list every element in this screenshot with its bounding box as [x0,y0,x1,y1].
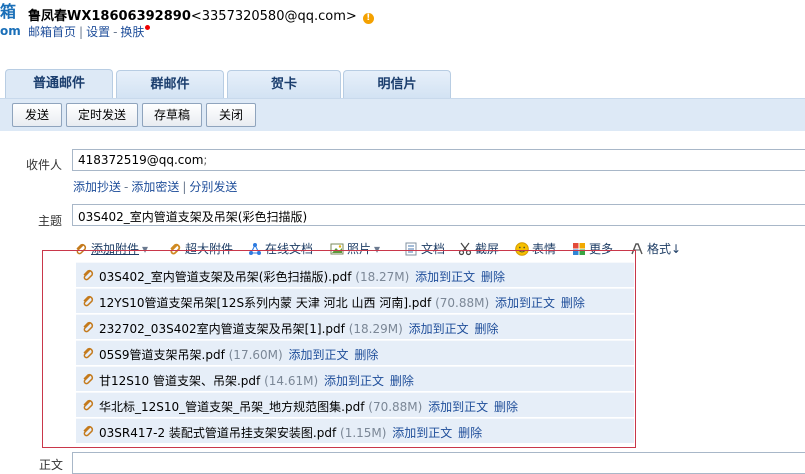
tab-normal-mail[interactable]: 普通邮件 [5,69,113,100]
scheduled-send-button[interactable]: 定时发送 [66,103,138,127]
attachment-name: 03SR417-2 装配式管道吊挂支架安装图.pdf [99,426,337,440]
attachment-name: 03S402_室内管道支架及吊架(彩色扫描版).pdf [99,270,352,284]
paperclip-icon [83,269,94,281]
format-toggle-icon[interactable]: ↓ [671,242,681,256]
add-attachment-button[interactable]: 添加附件 ▾ [74,240,148,257]
add-to-body-link[interactable]: 添加到正文 [495,296,555,310]
attachment-name: 12YS10管道支架吊架[12S系列内蒙 天津 河北 山西 河南].pdf [99,296,432,310]
paperclip-icon [83,295,94,307]
attachment-name: 232702_03S402室内管道支架及吊架[1].pdf [99,322,345,336]
delete-attachment-link[interactable]: 删除 [494,400,518,414]
separate-send-link[interactable]: 分别发送 [189,180,237,194]
notification-dot [145,25,151,30]
attachment-row: 03SR417-2 装配式管道吊挂支架安装图.pdf (1.15M) 添加到正文… [76,418,634,443]
to-field[interactable]: 418372519@qq.com; [72,149,805,171]
logo-fragment-bottom: om [0,24,21,38]
add-to-body-link[interactable]: 添加到正文 [428,400,488,414]
format-button[interactable]: 格式 ↓ [630,240,681,257]
attachment-row: 232702_03S402室内管道支架及吊架[1].pdf (18.29M) 添… [76,314,634,339]
sender-name: 鲁凤春WX18606392890 [28,9,191,24]
smiley-icon [515,241,529,256]
top-links: 邮箱首页 | 设置 - 换肤 [28,23,151,40]
paperclip-large-icon [170,243,181,254]
delete-attachment-link[interactable]: 删除 [561,296,585,310]
delete-attachment-link[interactable]: 删除 [474,322,498,336]
share-icon [249,242,261,255]
photo-button[interactable]: 照片 ▾ [330,240,380,257]
add-to-body-link[interactable]: 添加到正文 [392,426,452,440]
delete-attachment-link[interactable]: 删除 [354,348,378,362]
delete-attachment-link[interactable]: 删除 [481,270,505,284]
tab-group-mail[interactable]: 群邮件 [116,70,224,99]
body-editor[interactable] [72,452,805,474]
add-to-body-link[interactable]: 添加到正文 [289,348,349,362]
cc-links: 添加抄送 - 添加密送 | 分别发送 [73,180,238,194]
exclamation-icon[interactable]: ! [362,13,374,24]
add-to-body-link[interactable]: 添加到正文 [409,322,469,336]
link-mail-home[interactable]: 邮箱首页 [28,25,76,39]
document-icon [405,242,417,255]
sender-email: <3357320580@qq.com> [190,9,357,24]
link-settings[interactable]: 设置 [86,25,110,39]
add-to-body-link[interactable]: 添加到正文 [324,374,384,388]
tab-greeting-card[interactable]: 贺卡 [227,70,341,99]
paperclip-icon [83,425,94,437]
send-button[interactable]: 发送 [12,103,62,127]
attachment-row: 03S402_室内管道支架及吊架(彩色扫描版).pdf (18.27M) 添加到… [76,262,634,287]
document-button[interactable]: 文档 [404,240,445,257]
grid-icon [573,242,585,255]
attachment-size: (14.61M) [264,374,319,388]
recipient-separator: ; [203,153,208,167]
paperclip-icon [83,321,94,333]
scissors-icon [458,242,472,255]
body-label: 正文 [39,458,64,472]
paperclip-icon [83,399,94,411]
photo-icon [330,243,344,254]
attachment-size: (18.29M) [348,322,403,336]
close-button[interactable]: 关闭 [206,103,256,127]
attachment-name: 华北标_12S10_管道支架_吊架_地方规范图集.pdf [99,400,365,414]
add-bcc-link[interactable]: 添加密送 [131,180,179,194]
paperclip-icon [83,373,94,385]
logo-fragment: 箱 [0,2,17,21]
add-to-body-link[interactable]: 添加到正文 [415,270,475,284]
attachment-row: 华北标_12S10_管道支架_吊架_地方规范图集.pdf (70.88M) 添加… [76,392,634,417]
delete-attachment-link[interactable]: 删除 [390,374,414,388]
to-label: 收件人 [26,158,63,172]
subject-field[interactable]: 03S402_室内管道支架及吊架(彩色扫描版) [72,204,805,226]
link-skin[interactable]: 换肤 [120,25,144,39]
recipient-address: 418372519@qq.com [78,153,204,167]
subject-label: 主题 [38,214,63,228]
paperclip-icon [83,347,94,359]
attachment-size: (17.60M) [228,348,283,362]
subject-value: 03S402_室内管道支架及吊架(彩色扫描版) [78,210,308,224]
chevron-down-icon[interactable]: ▾ [142,242,148,256]
chevron-down-icon[interactable]: ▾ [374,242,380,256]
tab-postcard[interactable]: 明信片 [343,70,451,99]
more-button[interactable]: 更多 [572,240,613,257]
attachment-name: 甘12S10 管道支架、吊架.pdf [99,374,261,388]
format-icon [631,242,643,254]
attachment-size: (1.15M) [340,426,387,440]
sender-info: 鲁凤春WX18606392890<3357320580@qq.com>! [28,5,374,24]
attachment-row: 12YS10管道支架吊架[12S系列内蒙 天津 河北 山西 河南].pdf (7… [76,288,634,313]
attachment-size: (70.88M) [435,296,490,310]
screenshot-button[interactable]: 截屏 [458,240,499,257]
paperclip-icon [76,243,87,254]
delete-attachment-link[interactable]: 删除 [458,426,482,440]
attachment-row: 甘12S10 管道支架、吊架.pdf (14.61M) 添加到正文 删除 [76,366,634,391]
large-attachment-button[interactable]: 超大附件 [168,240,233,257]
attachment-size: (70.88M) [368,400,423,414]
add-cc-link[interactable]: 添加抄送 [73,180,121,194]
save-draft-button[interactable]: 存草稿 [142,103,202,127]
attachment-size: (18.27M) [355,270,410,284]
attachment-name: 05S9管道支架吊架.pdf [99,348,225,362]
online-doc-button[interactable]: 在线文档 [248,240,313,257]
attachment-row: 05S9管道支架吊架.pdf (17.60M) 添加到正文 删除 [76,340,634,365]
emoji-button[interactable]: 表情 [515,240,556,257]
